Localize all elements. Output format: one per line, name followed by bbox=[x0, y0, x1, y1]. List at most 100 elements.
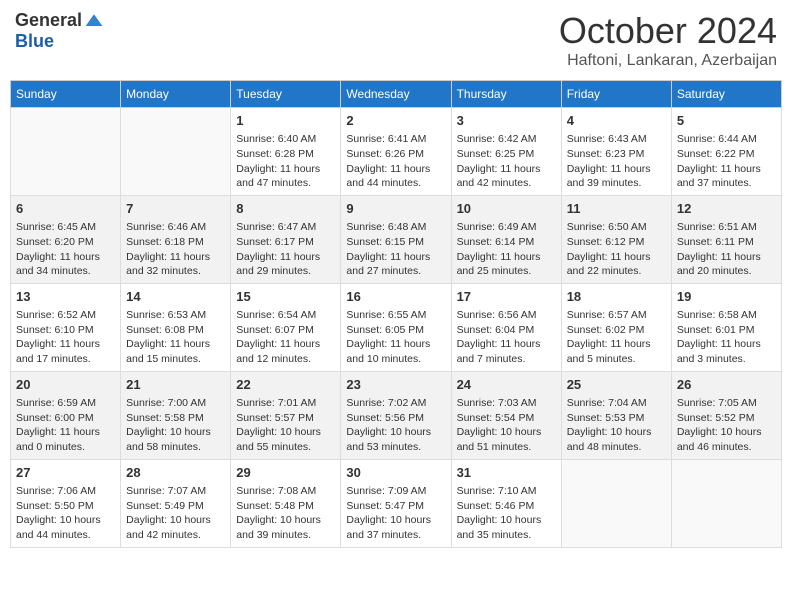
calendar-cell: 3Sunrise: 6:42 AM Sunset: 6:25 PM Daylig… bbox=[451, 108, 561, 196]
day-header-friday: Friday bbox=[561, 81, 671, 108]
day-number: 18 bbox=[567, 288, 666, 306]
day-number: 10 bbox=[457, 200, 556, 218]
calendar-cell: 9Sunrise: 6:48 AM Sunset: 6:15 PM Daylig… bbox=[341, 195, 451, 283]
day-number: 7 bbox=[126, 200, 225, 218]
day-info: Sunrise: 6:40 AM Sunset: 6:28 PM Dayligh… bbox=[236, 132, 335, 191]
calendar-table: SundayMondayTuesdayWednesdayThursdayFrid… bbox=[10, 80, 782, 548]
calendar-cell: 13 Sunrise: 6:52 AM Sunset: 6:10 PM Dayli… bbox=[11, 283, 121, 371]
day-header-sunday: Sunday bbox=[11, 81, 121, 108]
day-number: 20 bbox=[16, 376, 115, 394]
day-number: 24 bbox=[457, 376, 556, 394]
day-info: Sunrise: 6:47 AM Sunset: 6:17 PM Dayligh… bbox=[236, 220, 335, 279]
calendar-cell bbox=[121, 108, 231, 196]
day-number: 16 bbox=[346, 288, 445, 306]
calendar-week-row: 6 Sunrise: 6:45 AM Sunset: 6:20 PM Daylig… bbox=[11, 195, 782, 283]
day-number: 21 bbox=[126, 376, 225, 394]
calendar-cell: 26Sunrise: 7:05 AM Sunset: 5:52 PM Dayli… bbox=[671, 371, 781, 459]
calendar-cell: 4Sunrise: 6:43 AM Sunset: 6:23 PM Daylig… bbox=[561, 108, 671, 196]
day-info: Sunrise: 6:51 AM Sunset: 6:11 PM Dayligh… bbox=[677, 220, 776, 279]
day-header-wednesday: Wednesday bbox=[341, 81, 451, 108]
day-info: Sunrise: 6:57 AM Sunset: 6:02 PM Dayligh… bbox=[567, 308, 666, 367]
calendar-week-row: 20 Sunrise: 6:59 AM Sunset: 6:00 PM Dayli… bbox=[11, 371, 782, 459]
day-info: Sunrise: 6:46 AM Sunset: 6:18 PM Dayligh… bbox=[126, 220, 225, 279]
day-number: 13 bbox=[16, 288, 115, 306]
calendar-cell: 22Sunrise: 7:01 AM Sunset: 5:57 PM Dayli… bbox=[231, 371, 341, 459]
day-number: 26 bbox=[677, 376, 776, 394]
calendar-cell: 20 Sunrise: 6:59 AM Sunset: 6:00 PM Dayli… bbox=[11, 371, 121, 459]
calendar-week-row: 13 Sunrise: 6:52 AM Sunset: 6:10 PM Dayli… bbox=[11, 283, 782, 371]
day-info: Sunrise: 6:58 AM Sunset: 6:01 PM Dayligh… bbox=[677, 308, 776, 367]
day-number: 6 bbox=[16, 200, 115, 218]
logo: General Blue bbox=[15, 10, 104, 52]
day-number: 12 bbox=[677, 200, 776, 218]
day-number: 28 bbox=[126, 464, 225, 482]
day-number: 17 bbox=[457, 288, 556, 306]
day-info: Sunrise: 7:07 AM Sunset: 5:49 PM Dayligh… bbox=[126, 484, 225, 543]
day-info: Sunrise: 6:56 AM Sunset: 6:04 PM Dayligh… bbox=[457, 308, 556, 367]
calendar-cell: 25Sunrise: 7:04 AM Sunset: 5:53 PM Dayli… bbox=[561, 371, 671, 459]
day-number: 30 bbox=[346, 464, 445, 482]
day-info: Sunrise: 6:54 AM Sunset: 6:07 PM Dayligh… bbox=[236, 308, 335, 367]
day-info: Sunrise: 6:48 AM Sunset: 6:15 PM Dayligh… bbox=[346, 220, 445, 279]
day-info: Sunrise: 7:08 AM Sunset: 5:48 PM Dayligh… bbox=[236, 484, 335, 543]
title-area: October 2024 Haftoni, Lankaran, Azerbaij… bbox=[559, 10, 777, 70]
day-info: Sunrise: 6:44 AM Sunset: 6:22 PM Dayligh… bbox=[677, 132, 776, 191]
calendar-cell: 5 Sunrise: 6:44 AM Sunset: 6:22 PM Daylig… bbox=[671, 108, 781, 196]
calendar-cell: 11 Sunrise: 6:50 AM Sunset: 6:12 PM Dayli… bbox=[561, 195, 671, 283]
calendar-cell: 15Sunrise: 6:54 AM Sunset: 6:07 PM Dayli… bbox=[231, 283, 341, 371]
calendar-cell: 31 Sunrise: 7:10 AM Sunset: 5:46 PM Dayli… bbox=[451, 459, 561, 547]
day-number: 3 bbox=[457, 112, 556, 130]
day-info: Sunrise: 6:53 AM Sunset: 6:08 PM Dayligh… bbox=[126, 308, 225, 367]
calendar-cell: 16Sunrise: 6:55 AM Sunset: 6:05 PM Dayli… bbox=[341, 283, 451, 371]
calendar-cell: 30 Sunrise: 7:09 AM Sunset: 5:47 PM Dayli… bbox=[341, 459, 451, 547]
day-number: 4 bbox=[567, 112, 666, 130]
day-info: Sunrise: 6:50 AM Sunset: 6:12 PM Dayligh… bbox=[567, 220, 666, 279]
day-info: Sunrise: 7:09 AM Sunset: 5:47 PM Dayligh… bbox=[346, 484, 445, 543]
day-info: Sunrise: 7:00 AM Sunset: 5:58 PM Dayligh… bbox=[126, 396, 225, 455]
location-subtitle: Haftoni, Lankaran, Azerbaijan bbox=[559, 52, 777, 70]
day-number: 23 bbox=[346, 376, 445, 394]
day-info: Sunrise: 6:59 AM Sunset: 6:00 PM Dayligh… bbox=[16, 396, 115, 455]
month-title: October 2024 bbox=[559, 10, 777, 52]
calendar-cell: 12 Sunrise: 6:51 AM Sunset: 6:11 PM Dayli… bbox=[671, 195, 781, 283]
day-number: 27 bbox=[16, 464, 115, 482]
day-number: 8 bbox=[236, 200, 335, 218]
calendar-header-row: SundayMondayTuesdayWednesdayThursdayFrid… bbox=[11, 81, 782, 108]
calendar-cell: 8 Sunrise: 6:47 AM Sunset: 6:17 PM Daylig… bbox=[231, 195, 341, 283]
logo-icon bbox=[84, 11, 104, 31]
day-header-tuesday: Tuesday bbox=[231, 81, 341, 108]
day-number: 2 bbox=[346, 112, 445, 130]
calendar-cell: 19Sunrise: 6:58 AM Sunset: 6:01 PM Dayli… bbox=[671, 283, 781, 371]
calendar-week-row: 27 Sunrise: 7:06 AM Sunset: 5:50 PM Dayli… bbox=[11, 459, 782, 547]
calendar-cell: 2 Sunrise: 6:41 AM Sunset: 6:26 PM Daylig… bbox=[341, 108, 451, 196]
calendar-cell bbox=[11, 108, 121, 196]
day-info: Sunrise: 7:06 AM Sunset: 5:50 PM Dayligh… bbox=[16, 484, 115, 543]
day-info: Sunrise: 7:10 AM Sunset: 5:46 PM Dayligh… bbox=[457, 484, 556, 543]
day-header-thursday: Thursday bbox=[451, 81, 561, 108]
calendar-cell: 29 Sunrise: 7:08 AM Sunset: 5:48 PM Dayli… bbox=[231, 459, 341, 547]
day-info: Sunrise: 7:01 AM Sunset: 5:57 PM Dayligh… bbox=[236, 396, 335, 455]
day-info: Sunrise: 6:41 AM Sunset: 6:26 PM Dayligh… bbox=[346, 132, 445, 191]
day-number: 29 bbox=[236, 464, 335, 482]
header: General Blue October 2024 Haftoni, Lanka… bbox=[10, 10, 782, 70]
calendar-cell bbox=[671, 459, 781, 547]
day-number: 31 bbox=[457, 464, 556, 482]
calendar-cell: 6 Sunrise: 6:45 AM Sunset: 6:20 PM Daylig… bbox=[11, 195, 121, 283]
calendar-cell bbox=[561, 459, 671, 547]
calendar-cell: 24Sunrise: 7:03 AM Sunset: 5:54 PM Dayli… bbox=[451, 371, 561, 459]
day-info: Sunrise: 6:45 AM Sunset: 6:20 PM Dayligh… bbox=[16, 220, 115, 279]
day-info: Sunrise: 6:52 AM Sunset: 6:10 PM Dayligh… bbox=[16, 308, 115, 367]
calendar-cell: 23Sunrise: 7:02 AM Sunset: 5:56 PM Dayli… bbox=[341, 371, 451, 459]
calendar-cell: 14 Sunrise: 6:53 AM Sunset: 6:08 PM Dayli… bbox=[121, 283, 231, 371]
calendar-cell: 1Sunrise: 6:40 AM Sunset: 6:28 PM Daylig… bbox=[231, 108, 341, 196]
calendar-week-row: 1Sunrise: 6:40 AM Sunset: 6:28 PM Daylig… bbox=[11, 108, 782, 196]
day-number: 5 bbox=[677, 112, 776, 130]
calendar-cell: 28 Sunrise: 7:07 AM Sunset: 5:49 PM Dayli… bbox=[121, 459, 231, 547]
calendar-cell: 10 Sunrise: 6:49 AM Sunset: 6:14 PM Dayli… bbox=[451, 195, 561, 283]
day-header-monday: Monday bbox=[121, 81, 231, 108]
day-number: 14 bbox=[126, 288, 225, 306]
calendar-cell: 17 Sunrise: 6:56 AM Sunset: 6:04 PM Dayli… bbox=[451, 283, 561, 371]
day-number: 11 bbox=[567, 200, 666, 218]
day-header-saturday: Saturday bbox=[671, 81, 781, 108]
day-info: Sunrise: 6:49 AM Sunset: 6:14 PM Dayligh… bbox=[457, 220, 556, 279]
